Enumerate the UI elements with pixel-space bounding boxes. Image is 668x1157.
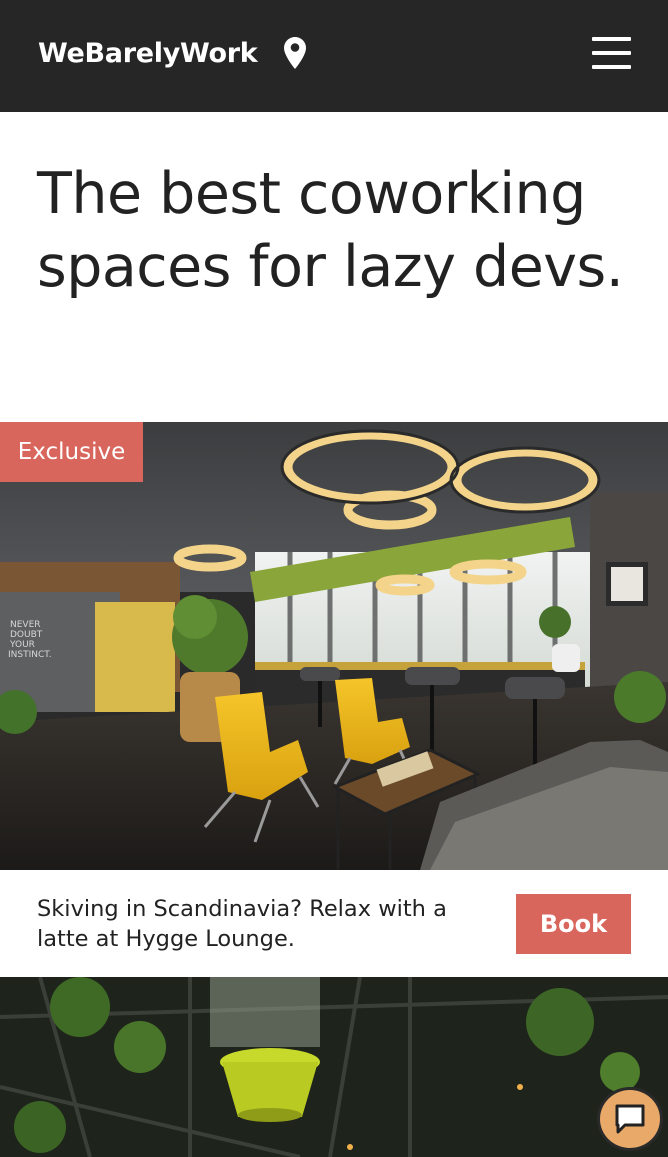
book-button[interactable]: Book — [516, 894, 631, 954]
svg-text:YOUR: YOUR — [9, 640, 35, 650]
map-pin-icon — [284, 37, 306, 69]
svg-text:DOUBT: DOUBT — [10, 630, 43, 640]
top-nav-bar: WeBarelyWork — [0, 0, 668, 112]
exclusive-badge: Exclusive — [0, 422, 143, 482]
listing-caption: Skiving in Scandinavia? Relax with a lat… — [37, 896, 447, 952]
hero-title: The best coworking spaces for lazy devs. — [37, 161, 624, 300]
svg-text:INSTINCT.: INSTINCT. — [8, 650, 52, 660]
listing-photo-lounge[interactable]: NEVER DOUBT YOUR INSTINCT. — [0, 422, 668, 870]
listing-photo-hanging-plants[interactable] — [0, 977, 668, 1157]
svg-text:NEVER: NEVER — [10, 620, 41, 630]
chat-button[interactable] — [597, 1087, 663, 1151]
brand-logo-link[interactable]: WeBarelyWork — [38, 38, 258, 69]
chat-bubble-icon — [615, 1104, 645, 1134]
hamburger-menu-icon[interactable] — [592, 37, 632, 69]
